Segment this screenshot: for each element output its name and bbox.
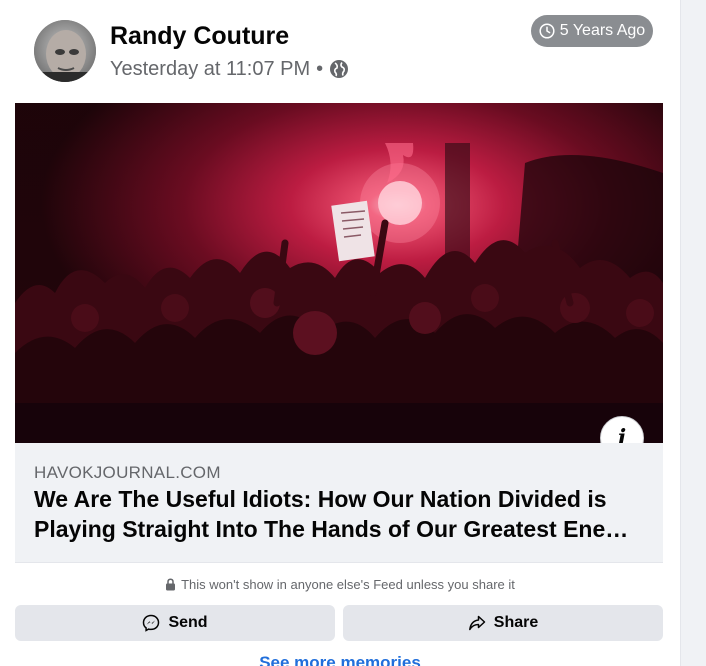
- see-more-memories-link[interactable]: See more memories: [0, 653, 680, 666]
- link-title[interactable]: We Are The Useful Idiots: How Our Nation…: [34, 484, 654, 544]
- globe-icon[interactable]: [329, 59, 349, 79]
- post-timestamp[interactable]: Yesterday at 11:07 PM: [110, 58, 310, 81]
- share-button[interactable]: Share: [343, 605, 663, 641]
- link-preview-box[interactable]: HAVOKJOURNAL.COM We Are The Useful Idiot…: [15, 443, 663, 563]
- link-preview-image[interactable]: [15, 103, 663, 443]
- send-button[interactable]: Send: [15, 605, 335, 641]
- meta-separator: •: [316, 57, 324, 80]
- send-label: Send: [168, 614, 208, 631]
- post-meta: Yesterday at 11:07 PM •: [110, 56, 349, 82]
- lock-icon: [166, 578, 176, 591]
- protest-crowd-image: [15, 103, 663, 443]
- author-avatar[interactable]: [34, 20, 96, 82]
- share-label: Share: [493, 614, 539, 631]
- memory-post-card: Randy Couture Yesterday at 11:07 PM • 5 …: [0, 0, 680, 666]
- clock-icon: [539, 23, 555, 39]
- privacy-text: This won't show in anyone else's Feed un…: [181, 577, 515, 592]
- author-name[interactable]: Randy Couture: [110, 20, 289, 52]
- privacy-note: This won't show in anyone else's Feed un…: [0, 577, 680, 592]
- messenger-icon: [143, 614, 160, 632]
- right-scroll-gutter: [680, 0, 706, 666]
- link-domain: HAVOKJOURNAL.COM: [34, 463, 221, 482]
- memory-badge-label: 5 Years Ago: [559, 22, 646, 39]
- memory-badge: 5 Years Ago: [531, 15, 653, 47]
- share-arrow-icon: [468, 615, 486, 631]
- avatar-photo: [34, 20, 96, 82]
